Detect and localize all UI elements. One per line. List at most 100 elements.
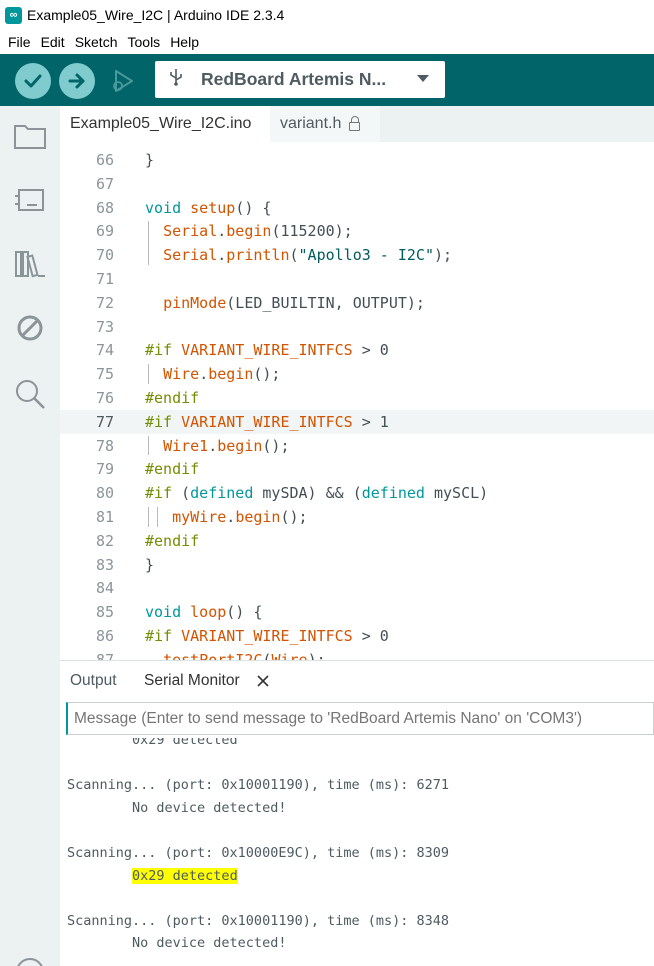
code-line: 84 [60,576,654,600]
sketchbook-folder-icon[interactable] [12,118,48,154]
line-number: 73 [95,317,114,336]
code-line: 71 [60,267,654,291]
indent-guide [148,364,149,384]
code-line: 80 #if (defined mySDA) && (defined mySCL) [60,481,654,505]
board-name: RedBoard Artemis N... [201,69,387,89]
code-text: #if VARIANT_WIRE_INTFCS > 0 [145,341,389,360]
close-icon[interactable] [255,673,271,689]
indent-guide [148,221,149,265]
line-number: 74 [95,341,114,360]
menu-bar: File Edit Sketch Tools Help [0,30,654,54]
menu-help[interactable]: Help [170,34,199,50]
code-line: 76 #endif [60,386,654,410]
tab-label: Example05_Wire_I2C.ino [70,115,252,132]
code-editor[interactable]: 66} 67 68 void setup() { 69 Serial.begin(115… [60,142,654,660]
board-selector[interactable]: RedBoard Artemis N... [155,61,445,98]
search-icon[interactable] [12,376,48,412]
code-line: 79 #endif [60,457,654,481]
serial-output-line: 0x29 detected [67,865,238,887]
code-text: #if VARIANT_WIRE_INTFCS > 1 [145,412,389,431]
line-number: 68 [95,198,114,217]
lock-icon [349,115,361,131]
line-number: 84 [95,579,114,598]
code-text: } [145,555,155,574]
indent-guide [148,435,149,456]
line-number: 82 [95,531,114,550]
profile-icon[interactable] [12,952,48,966]
code-line: 77 #if VARIANT_WIRE_INTFCS > 1 [60,409,654,434]
line-number: 83 [95,555,114,574]
code-text: #endif [145,531,200,550]
tab-variant-h[interactable]: variant.h [270,106,380,142]
verify-button[interactable] [15,63,51,99]
code-line: 68 void setup() { [60,196,654,220]
editor-tab-bar: Example05_Wire_I2C.ino variant.h [60,106,654,142]
code-line: 85 void loop() { [60,600,654,624]
boards-manager-icon[interactable] [12,182,48,218]
serial-output-line: Scanning... (port: 0x10001190), time (ms… [67,912,450,929]
code-line: 67 [60,172,654,196]
code-text: pinMode(LED_BUILTIN, OUTPUT); [163,293,425,312]
line-number: 75 [95,365,114,384]
code-line: 82 #endif [60,529,654,553]
tab-output[interactable]: Output [70,672,117,690]
code-text: void setup() { [145,198,272,217]
library-manager-icon[interactable] [12,246,48,282]
code-line: 72 pinMode(LED_BUILTIN, OUTPUT); [60,291,654,315]
code-line: 81 myWire.begin(); [60,505,654,529]
code-line: 69 Serial.begin(115200); [60,219,654,243]
code-line: 87 testPortI2C(Wire); [60,648,654,660]
code-text: Serial.println("Apollo3 - I2C"); [163,246,453,265]
usb-icon [169,68,189,91]
serial-message-input[interactable] [66,702,654,735]
debug-button[interactable] [104,63,140,99]
serial-output-line: Scanning... (port: 0x10000E9C), time (ms… [67,845,450,861]
code-text: Wire.begin(); [163,365,281,384]
code-line: 78 Wire1.begin(); [60,434,654,458]
tab-serial-monitor[interactable]: Serial Monitor [144,672,240,690]
line-number: 79 [95,460,114,479]
line-number: 67 [95,174,114,193]
arrow-right-icon [68,73,85,89]
menu-edit[interactable]: Edit [41,34,65,50]
code-text: #if (defined mySDA) && (defined mySCL) [145,484,489,503]
line-number: 86 [95,627,114,645]
menu-file[interactable]: File [8,34,31,50]
code-line: 74 #if VARIANT_WIRE_INTFCS > 0 [60,338,654,362]
serial-output-line: Scanning... (port: 0x10001190), time (ms… [67,777,450,794]
indent-guide [157,507,158,527]
line-number: 80 [95,484,114,503]
indent-guide [148,507,149,527]
upload-button[interactable] [59,63,95,99]
line-number: 85 [95,603,114,622]
code-line: 86 #if VARIANT_WIRE_INTFCS > 0 [60,624,654,648]
code-text: #endif [145,389,200,407]
line-number: 69 [95,222,114,241]
code-text: testPortI2C(Wire); [163,650,326,660]
code-text: Wire1.begin(); [163,436,290,455]
serial-output-line: No device detected! [67,799,287,816]
code-line: 66} [60,148,654,172]
tab-example05-wire-i2c[interactable]: Example05_Wire_I2C.ino [60,106,270,142]
line-number: 72 [95,293,114,312]
arduino-logo-icon: ∞ [5,6,22,24]
menu-tools[interactable]: Tools [128,34,161,50]
code-line: 73 [60,315,654,339]
debug-disabled-icon[interactable] [12,310,48,346]
checkmark-icon [24,74,42,88]
menu-sketch[interactable]: Sketch [75,34,118,50]
serial-monitor-output: 0x29 detected Scanning... (port: 0x100011… [60,738,654,966]
title-bar: ∞ Example05_Wire_I2C | Arduino IDE 2.3.4 [0,0,654,30]
serial-output-line: No device detected! [67,935,287,952]
serial-output-line: 0x29 detected [67,738,238,748]
line-number: 81 [95,508,114,526]
line-number: 66 [95,151,114,169]
code-text: #if VARIANT_WIRE_INTFCS > 0 [145,627,389,645]
line-number: 78 [95,436,114,455]
window-title: Example05_Wire_I2C | Arduino IDE 2.3.4 [27,7,285,23]
tab-label: variant.h [280,115,342,132]
code-text: Serial.begin(115200); [163,222,353,241]
code-line: 83} [60,553,654,577]
code-line: 70 Serial.println("Apollo3 - I2C"); [60,243,654,267]
code-line: 75 Wire.begin(); [60,362,654,386]
